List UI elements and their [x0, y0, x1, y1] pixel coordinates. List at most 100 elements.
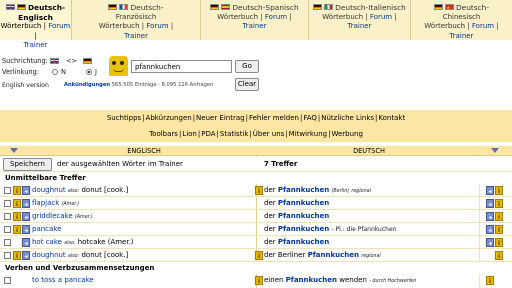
tab-deutsch-chinesisch[interactable]: Deutsch- Chinesisch Wörterbuch | Forum |…: [411, 0, 512, 40]
english-term[interactable]: to toss a pancake: [32, 276, 94, 284]
info-icon[interactable]: i: [495, 238, 503, 247]
audio-icon[interactable]: ◂: [22, 212, 30, 221]
info-icon[interactable]: i: [13, 212, 21, 221]
audio-icon[interactable]: ◂: [486, 186, 494, 195]
tab-deutsch-englisch[interactable]: Deutsch-Englisch Wörterbuch | Forum | Tr…: [0, 0, 72, 49]
tab-deutsch-spanisch[interactable]: Deutsch-Spanisch Wörterbuch | Forum | Tr…: [201, 0, 309, 40]
tab-dictionary-link[interactable]: Wörterbuch: [1, 22, 42, 30]
german-term[interactable]: Pfannkuchen: [278, 238, 329, 246]
german-flag-icon[interactable]: [83, 58, 92, 64]
info-icon[interactable]: i: [495, 199, 503, 208]
direction-toggle[interactable]: <>: [66, 57, 77, 65]
english-term[interactable]: doughnut: [32, 186, 66, 194]
german-term[interactable]: Pfannkuchen: [308, 251, 359, 259]
linking-radio-n[interactable]: [52, 69, 58, 75]
row-checkbox[interactable]: [4, 239, 11, 246]
english-version-link[interactable]: English version: [2, 82, 49, 89]
row-checkbox[interactable]: [4, 213, 11, 220]
tab-dictionary-link[interactable]: Wörterbuch: [424, 22, 465, 30]
info-icon[interactable]: i: [255, 186, 263, 195]
german-term[interactable]: Pfannkuchen: [278, 212, 329, 220]
audio-icon[interactable]: ◂: [22, 238, 30, 247]
tab-trainer-link[interactable]: Trainer: [450, 32, 474, 40]
link-kontakt[interactable]: Kontakt: [378, 114, 405, 122]
row-checkbox[interactable]: [4, 252, 11, 259]
tab-dictionary-link[interactable]: Wörterbuch: [217, 13, 258, 21]
audio-icon[interactable]: ◂: [486, 199, 494, 208]
tab-forum-link[interactable]: Forum: [265, 13, 287, 21]
link-faq[interactable]: FAQ: [303, 114, 317, 122]
filter-left-icon[interactable]: [10, 147, 18, 155]
info-icon[interactable]: i: [13, 199, 21, 208]
info-icon[interactable]: i: [495, 212, 503, 221]
audio-icon[interactable]: ◂: [22, 251, 30, 260]
tab-deutsch-italienisch[interactable]: Deutsch-Italienisch Wörterbuch | Forum |…: [309, 0, 411, 40]
tab-trainer-link[interactable]: Trainer: [243, 22, 267, 30]
english-term[interactable]: doughnut: [32, 251, 66, 259]
info-icon[interactable]: i: [495, 225, 503, 234]
german-term[interactable]: Pfannkuchen: [286, 276, 337, 284]
tab-dictionary-link[interactable]: Wörterbuch: [322, 13, 363, 21]
tab-title-line2: Französisch: [115, 12, 157, 21]
tab-trainer-link[interactable]: Trainer: [348, 22, 372, 30]
link-pda[interactable]: PDA: [201, 130, 215, 138]
link-mitwirkung[interactable]: Mitwirkung: [289, 130, 327, 138]
tab-dictionary-link[interactable]: Wörterbuch: [99, 22, 140, 30]
announcements-link[interactable]: Ankündigungen: [64, 82, 110, 88]
german-flag-icon: [16, 4, 26, 10]
save-button[interactable]: Speichern: [3, 158, 52, 171]
link-toolbars[interactable]: Toolbars: [149, 130, 178, 138]
link-werbung[interactable]: Werbung: [331, 130, 362, 138]
english-term[interactable]: griddlecake: [32, 212, 73, 220]
audio-icon[interactable]: ◂: [22, 225, 30, 234]
link-suchtipps[interactable]: Suchtipps: [107, 114, 141, 122]
tab-deutsch-franzoesisch[interactable]: Deutsch- Französisch Wörterbuch | Forum …: [72, 0, 201, 40]
info-icon[interactable]: i: [13, 251, 21, 260]
info-icon[interactable]: i: [486, 276, 494, 285]
link-ueber-uns[interactable]: Über uns: [253, 130, 285, 138]
english-term[interactable]: hot cake: [32, 238, 62, 246]
table-row: i ◂ doughnut also: donut [cook.] i der P…: [0, 184, 512, 197]
audio-icon[interactable]: ◂: [486, 225, 494, 234]
english-term[interactable]: flapjack: [32, 199, 59, 207]
tab-forum-link[interactable]: Forum: [146, 22, 168, 30]
audio-icon[interactable]: ◂: [22, 186, 30, 195]
row-checkbox[interactable]: [4, 200, 11, 207]
german-term[interactable]: Pfannkuchen: [278, 199, 329, 207]
info-icon[interactable]: i: [255, 276, 263, 285]
table-row: i ◂ flapjack (Amer.) der Pfannkuchen ◂ i: [0, 197, 512, 210]
row-checkbox[interactable]: [4, 226, 11, 233]
audio-icon[interactable]: ◂: [486, 238, 494, 247]
german-term[interactable]: Pfannkuchen: [278, 225, 329, 233]
link-neuer-eintrag[interactable]: Neuer Eintrag: [196, 114, 245, 122]
go-button[interactable]: Go: [235, 60, 259, 73]
tab-trainer-link[interactable]: Trainer: [124, 32, 148, 40]
info-icon[interactable]: i: [13, 186, 21, 195]
tab-forum-link[interactable]: Forum: [472, 22, 494, 30]
tab-trainer-link[interactable]: Trainer: [24, 41, 48, 49]
linking-radio-j[interactable]: [86, 69, 92, 75]
clear-button[interactable]: Clear: [235, 78, 259, 91]
row-checkbox[interactable]: [4, 187, 11, 194]
link-lion[interactable]: Lion: [182, 130, 197, 138]
audio-icon[interactable]: ◂: [486, 212, 494, 221]
verb-suffix: wenden: [337, 276, 367, 284]
link-fehler-melden[interactable]: Fehler melden: [249, 114, 299, 122]
link-statistik[interactable]: Statistik: [220, 130, 249, 138]
info-icon[interactable]: i: [13, 225, 21, 234]
tab-forum-link[interactable]: Forum: [48, 22, 70, 30]
german-term[interactable]: Pfannkuchen: [278, 186, 329, 194]
hit-count: 7 Treffer: [264, 160, 298, 168]
link-abkuerzungen[interactable]: Abkürzungen: [146, 114, 192, 122]
search-input[interactable]: pfannkuchen: [131, 60, 232, 73]
filter-right-icon[interactable]: [491, 147, 499, 155]
audio-icon[interactable]: ◂: [22, 199, 30, 208]
english-term[interactable]: pancake: [32, 225, 61, 233]
link-nuetzliche-links[interactable]: Nützliche Links: [321, 114, 374, 122]
info-icon[interactable]: i: [495, 251, 503, 260]
row-checkbox[interactable]: [4, 277, 11, 284]
info-icon[interactable]: i: [255, 251, 263, 260]
uk-flag-icon[interactable]: [50, 58, 59, 64]
info-icon[interactable]: i: [495, 186, 503, 195]
tab-forum-link[interactable]: Forum: [370, 13, 392, 21]
